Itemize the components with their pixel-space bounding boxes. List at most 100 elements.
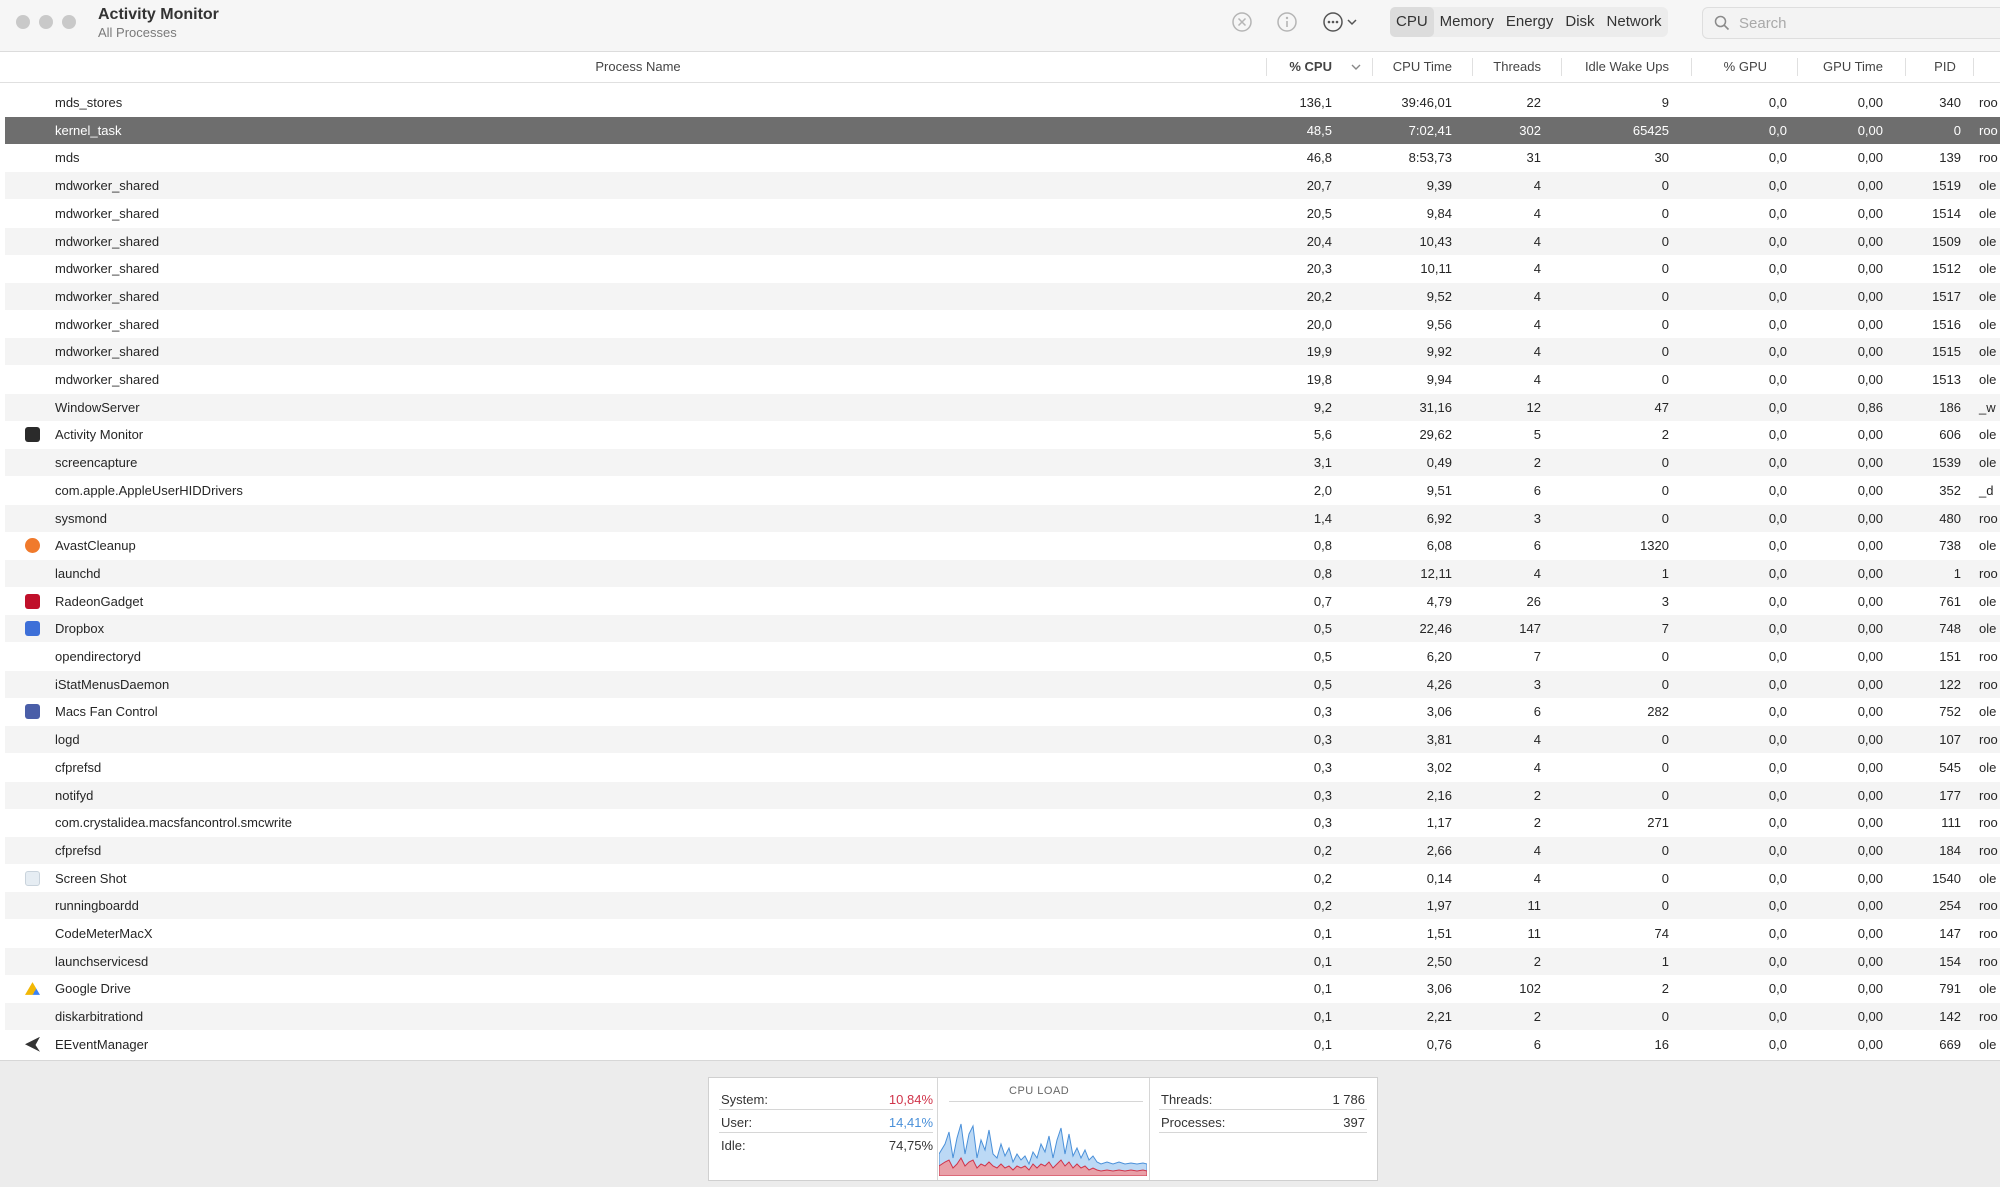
table-row[interactable]: mdworker_shared 20,5 9,84 4 0 0,0 0,00 1514 ole [5, 200, 2000, 227]
divider [1159, 1109, 1367, 1110]
divider [949, 1101, 1143, 1102]
table-row[interactable]: mdworker_shared 20,0 9,56 4 0 0,0 0,00 1516 ole [5, 311, 2000, 338]
zoom-window-button[interactable] [62, 15, 76, 29]
table-row[interactable]: mdworker_shared 19,9 9,92 4 0 0,0 0,00 1515 ole [5, 338, 2000, 366]
table-row[interactable]: mdworker_shared 20,4 10,43 4 0 0,0 0,00 1509 ole [5, 227, 2000, 255]
cell-cpu-time: 39:46,01 [1401, 95, 1452, 110]
process-name: mdworker_shared [55, 233, 160, 249]
cell-idle-wake-ups: 0 [1661, 344, 1669, 360]
cell-idle-wake-ups: 0 [1661, 455, 1669, 471]
table-row[interactable]: opendirectoryd 0,5 6,20 7 0 0,0 0,00 151 roo [5, 643, 2000, 670]
process-name: mds [55, 150, 80, 166]
table-row[interactable]: diskarbitrationd 0,1 2,21 2 0 0,0 0,00 142 roo [5, 1003, 2000, 1031]
cell-threads: 3 [1533, 676, 1541, 692]
table-row[interactable]: RadeonGadget 0,7 4,79 26 3 0,0 0,00 761 ole [5, 588, 2000, 615]
cell-threads: 4 [1533, 344, 1541, 360]
table-row[interactable]: mds 46,8 8:53,73 31 30 0,0 0,00 139 roo [5, 144, 2000, 171]
process-name: screencapture [55, 455, 138, 471]
table-row[interactable]: notifyd 0,3 2,16 2 0 0,0 0,00 177 roo [5, 781, 2000, 809]
table-row[interactable]: cfprefsd 0,3 3,02 4 0 0,0 0,00 545 ole [5, 754, 2000, 781]
search-input[interactable]: Search [1702, 7, 2000, 39]
cell-cpu-time: 0,49 [1426, 455, 1452, 471]
table-row[interactable]: Dropbox 0,5 22,46 147 7 0,0 0,00 748 ole [5, 615, 2000, 643]
tab-memory[interactable]: Memory [1434, 7, 1500, 37]
table-row[interactable]: screencapture 3,1 0,49 2 0 0,0 0,00 1539 ole [5, 449, 2000, 477]
table-row[interactable]: cfprefsd 0,2 2,66 4 0 0,0 0,00 184 roo [5, 836, 2000, 864]
cell-gpu-time: 0,00 [1857, 178, 1883, 194]
process-name: Activity Monitor [55, 427, 144, 443]
system-value: 10,84% [888, 1092, 933, 1107]
table-row[interactable]: Macs Fan Control 0,3 3,06 6 282 0,0 0,00 752 ole [5, 698, 2000, 725]
cell-cpu-time: 1,51 [1426, 926, 1452, 941]
process-name: notifyd [55, 787, 94, 803]
table-row[interactable]: CodeMeterMacX 0,1 1,51 11 74 0,0 0,00 147 roo [5, 920, 2000, 947]
table-row[interactable]: Screen Shot 0,2 0,14 4 0 0,0 0,00 1540 ole [5, 865, 2000, 892]
tab-energy[interactable]: Energy [1500, 7, 1560, 37]
table-row[interactable]: com.apple.AppleUserHIDDrivers 2,0 9,51 6 0 0,… [5, 477, 2000, 504]
tab-network[interactable]: Network [1601, 7, 1668, 37]
table-row[interactable]: launchservicesd 0,1 2,50 2 1 0,0 0,00 154 roo [5, 947, 2000, 975]
cell-cpu-percent: 0,8 [1313, 538, 1332, 554]
cell-pid: 1 [1953, 565, 1961, 581]
cell-gpu-time: 0,00 [1857, 759, 1883, 775]
cell-pid: 1514 [1932, 205, 1961, 221]
column-cpu-percent[interactable]: % CPU [1266, 52, 1332, 82]
process-name: cfprefsd [55, 842, 102, 858]
table-row[interactable]: WindowServer 9,2 31,16 12 47 0,0 0,86 186 _w [5, 393, 2000, 421]
table-row[interactable]: sysmond 1,4 6,92 3 0 0,0 0,00 480 roo [5, 504, 2000, 532]
table-row[interactable]: mdworker_shared 20,2 9,52 4 0 0,0 0,00 1517 ole [5, 282, 2000, 310]
cell-gpu-percent: 0,0 [1768, 621, 1787, 637]
cell-cpu-percent: 20,5 [1306, 205, 1332, 221]
cell-threads: 4 [1533, 288, 1541, 304]
cell-idle-wake-ups: 0 [1661, 870, 1669, 886]
table-row[interactable]: AvastCleanup 0,8 6,08 6 1320 0,0 0,00 738 ole [5, 532, 2000, 559]
cell-cpu-percent: 0,2 [1313, 898, 1332, 914]
table-row[interactable]: mdworker_shared 20,3 10,11 4 0 0,0 0,00 1512 ole [5, 255, 2000, 282]
minimize-window-button[interactable] [39, 15, 53, 29]
table-row[interactable]: EEventManager 0,1 0,76 6 16 0,0 0,00 669 ole [5, 1031, 2000, 1058]
cell-cpu-time: 2,16 [1426, 787, 1452, 803]
column-idle-wake-ups[interactable]: Idle Wake Ups [1561, 52, 1669, 82]
cell-threads: 147 [1519, 621, 1541, 637]
column-threads[interactable]: Threads [1472, 52, 1541, 82]
table-row[interactable]: Google Drive 0,1 3,06 102 2 0,0 0,00 791 ole [5, 975, 2000, 1002]
cell-pid: 254 [1939, 898, 1961, 914]
table-row[interactable]: com.crystalidea.macsfancontrol.smcwrite 0… [5, 809, 2000, 836]
table-row[interactable]: Activity Monitor 5,6 29,62 5 2 0,0 0,00 606 ole [5, 421, 2000, 448]
table-row[interactable]: launchd 0,8 12,11 4 1 0,0 0,00 1 roo [5, 559, 2000, 587]
column-cpu-time[interactable]: CPU Time [1372, 52, 1452, 82]
cell-gpu-time: 0,00 [1857, 261, 1883, 277]
table-row[interactable]: logd 0,3 3,81 4 0 0,0 0,00 107 roo [5, 726, 2000, 754]
table-row[interactable]: mds_stores 136,1 39:46,01 22 9 0,0 0,00 340 roo [5, 89, 2000, 116]
table-row[interactable]: kernel_task 48,5 7:02,41 302 65425 0,0 0,00 0 ro… [5, 116, 2000, 144]
table-row[interactable]: iStatMenusDaemon 0,5 4,26 3 0 0,0 0,00 122 roo [5, 670, 2000, 698]
column-process-name[interactable]: Process Name [0, 52, 1276, 82]
cell-gpu-percent: 0,0 [1768, 815, 1787, 831]
more-actions-button[interactable] [1322, 11, 1362, 33]
toolbar: Activity Monitor All Processes CPU Memor… [0, 0, 2000, 52]
inspect-process-button[interactable] [1276, 11, 1298, 33]
table-row[interactable]: runningboardd 0,2 1,97 11 0 0,0 0,00 254 roo [5, 892, 2000, 920]
cell-idle-wake-ups: 0 [1661, 261, 1669, 277]
stop-process-button[interactable] [1231, 11, 1253, 33]
process-name: mdworker_shared [55, 372, 160, 387]
tab-disk[interactable]: Disk [1559, 7, 1600, 37]
cpu-load-title: CPU LOAD [1009, 1085, 1070, 1097]
cell-cpu-time: 22,46 [1419, 621, 1452, 637]
column-gpu-percent[interactable]: % GPU [1691, 52, 1767, 82]
table-row[interactable]: mdworker_shared 20,7 9,39 4 0 0,0 0,00 1519 ole [5, 172, 2000, 200]
cell-user: roo [1979, 95, 1998, 110]
cell-threads: 6 [1533, 538, 1541, 554]
tab-cpu[interactable]: CPU [1390, 7, 1434, 37]
cell-gpu-time: 0,00 [1857, 953, 1883, 969]
cell-user: ole [1979, 372, 1997, 387]
cell-gpu-percent: 0,0 [1768, 122, 1787, 138]
process-name: cfprefsd [55, 759, 102, 775]
cell-gpu-percent: 0,0 [1768, 1009, 1787, 1025]
cell-pid: 111 [1941, 815, 1961, 831]
column-gpu-time[interactable]: GPU Time [1797, 52, 1883, 82]
close-window-button[interactable] [16, 15, 30, 29]
process-name: Screen Shot [55, 870, 127, 886]
summary-area: System: 10,84% User: 14,41% Idle: 74,75%… [0, 1060, 2000, 1187]
table-row[interactable]: mdworker_shared 19,8 9,94 4 0 0,0 0,00 1513 ole [5, 366, 2000, 393]
